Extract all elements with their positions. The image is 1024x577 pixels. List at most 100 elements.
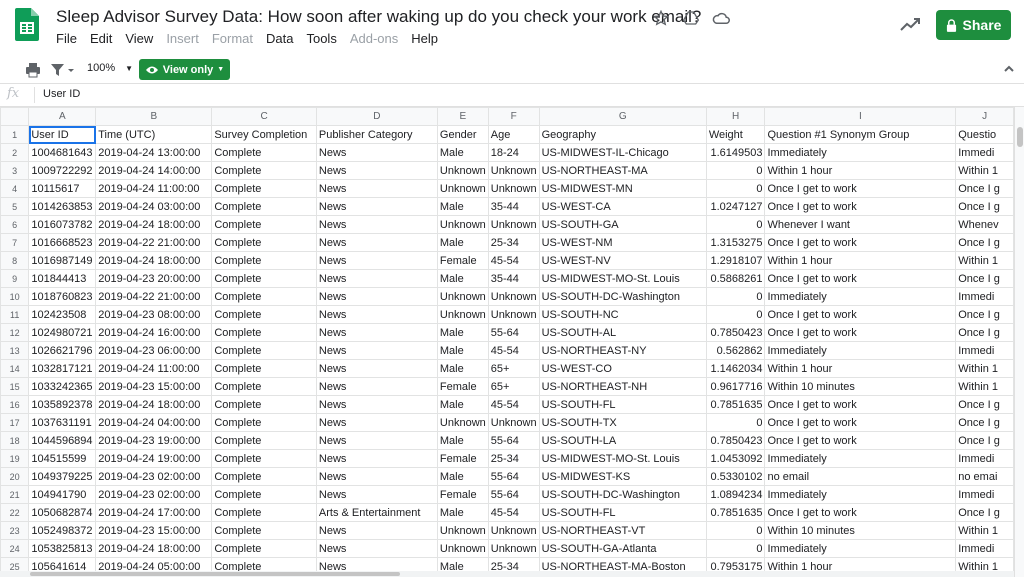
cell[interactable]: Once I get to work [764,179,957,198]
cell[interactable]: Unknown [487,179,540,198]
cell[interactable]: Once I get to work [764,431,957,450]
column-header[interactable]: G [538,107,707,126]
cell[interactable]: 2019-04-23 20:00:00 [95,269,213,288]
cell[interactable]: Publisher Category [315,125,438,144]
cell[interactable]: US-SOUTH-AL [538,323,707,342]
column-header[interactable]: B [95,107,213,126]
column-header[interactable]: H [705,107,766,126]
cell[interactable]: Question #1 Synonym Group [764,125,957,144]
cell[interactable]: News [315,197,438,216]
cell[interactable]: 0.7851635 [705,395,766,414]
cell[interactable]: 45-54 [487,251,540,270]
column-header[interactable]: I [764,107,957,126]
cell[interactable]: 0.9617716 [705,377,766,396]
row-header[interactable]: 17 [0,413,30,432]
cell[interactable]: News [315,323,438,342]
cell[interactable]: Within 1 [955,161,1014,180]
cell[interactable]: Unknown [487,539,540,558]
cell[interactable]: US-SOUTH-LA [538,431,707,450]
cell[interactable]: 45-54 [487,341,540,360]
cell[interactable]: 1.2918107 [705,251,766,270]
cell[interactable]: 0 [705,413,766,432]
cell[interactable]: 1026621796 [28,341,97,360]
cell[interactable]: 1044596894 [28,431,97,450]
cell[interactable]: Immediately [764,287,957,306]
cell[interactable]: 2019-04-23 08:00:00 [95,305,213,324]
row-header[interactable]: 23 [0,521,30,540]
cell[interactable]: US-SOUTH-DC-Washington [538,485,707,504]
cell[interactable]: Within 1 hour [764,161,957,180]
cell[interactable]: Unknown [436,215,489,234]
spreadsheet-grid[interactable]: ABCDEFGHIJ 1 User ID Time (UTC) Survey Comp… [0,107,1014,577]
cell[interactable]: US-SOUTH-FL [538,503,707,522]
share-button[interactable]: Share [936,10,1011,40]
cell[interactable]: 2019-04-24 18:00:00 [95,251,213,270]
cell[interactable]: 18-24 [487,143,540,162]
row-header[interactable]: 12 [0,323,30,342]
cell[interactable]: Complete [211,485,317,504]
cell[interactable]: Complete [211,197,317,216]
cell[interactable]: News [315,449,438,468]
column-header[interactable]: C [211,107,317,126]
cell[interactable]: 55-64 [487,467,540,486]
cell[interactable]: Once I g [955,503,1014,522]
cell[interactable]: 1016073782 [28,215,97,234]
cell[interactable]: News [315,179,438,198]
cell[interactable]: Once I g [955,197,1014,216]
cell[interactable]: News [315,251,438,270]
cell[interactable]: Unknown [487,161,540,180]
cell[interactable]: 2019-04-24 18:00:00 [95,395,213,414]
row-header[interactable]: 1 [0,125,30,144]
cell[interactable]: US-SOUTH-GA-Atlanta [538,539,707,558]
cell[interactable]: Geography [538,125,707,144]
horizontal-scrollbar[interactable] [0,571,1014,577]
cell[interactable]: 0.5330102 [705,467,766,486]
cell[interactable]: Complete [211,449,317,468]
cell[interactable]: 0.7850423 [705,431,766,450]
cell[interactable]: User ID [28,125,97,144]
cell[interactable]: Unknown [436,521,489,540]
cell[interactable]: 2019-04-24 19:00:00 [95,449,213,468]
row-header[interactable]: 2 [0,143,30,162]
cell[interactable]: Unknown [436,305,489,324]
cell[interactable]: 55-64 [487,431,540,450]
cell[interactable]: 1053825813 [28,539,97,558]
cell[interactable]: Time (UTC) [95,125,213,144]
menu-tools[interactable]: Tools [306,31,336,46]
cell[interactable]: Complete [211,395,317,414]
cell[interactable]: 2019-04-23 19:00:00 [95,431,213,450]
cell[interactable]: 1.1462034 [705,359,766,378]
cell[interactable]: 1037631191 [28,413,97,432]
cell[interactable]: US-MIDWEST-IL-Chicago [538,143,707,162]
cell[interactable]: Immedi [955,449,1014,468]
cell[interactable]: 2019-04-23 02:00:00 [95,467,213,486]
cell[interactable]: Male [436,233,489,252]
cell[interactable]: Complete [211,269,317,288]
cell[interactable]: Male [436,197,489,216]
cell[interactable]: 1.0453092 [705,449,766,468]
cell[interactable]: Complete [211,323,317,342]
cell[interactable]: Complete [211,233,317,252]
cell[interactable]: Female [436,449,489,468]
cloud-icon[interactable] [712,9,730,27]
cell[interactable]: Once I get to work [764,503,957,522]
menu-file[interactable]: File [56,31,77,46]
row-header[interactable]: 7 [0,233,30,252]
cell[interactable]: 1016987149 [28,251,97,270]
row-header[interactable]: 22 [0,503,30,522]
column-header[interactable]: D [315,107,438,126]
cell[interactable]: 1.3153275 [705,233,766,252]
cell[interactable]: Once I g [955,413,1014,432]
row-header[interactable]: 21 [0,485,30,504]
cell[interactable]: Female [436,485,489,504]
row-header[interactable]: 19 [0,449,30,468]
drive-icon[interactable] [682,9,700,27]
cell[interactable]: no email [764,467,957,486]
row-header[interactable]: 9 [0,269,30,288]
cell[interactable]: News [315,359,438,378]
cell[interactable]: Complete [211,287,317,306]
cell[interactable]: Complete [211,503,317,522]
cell[interactable]: News [315,215,438,234]
cell[interactable]: Male [436,341,489,360]
cell[interactable]: Complete [211,377,317,396]
